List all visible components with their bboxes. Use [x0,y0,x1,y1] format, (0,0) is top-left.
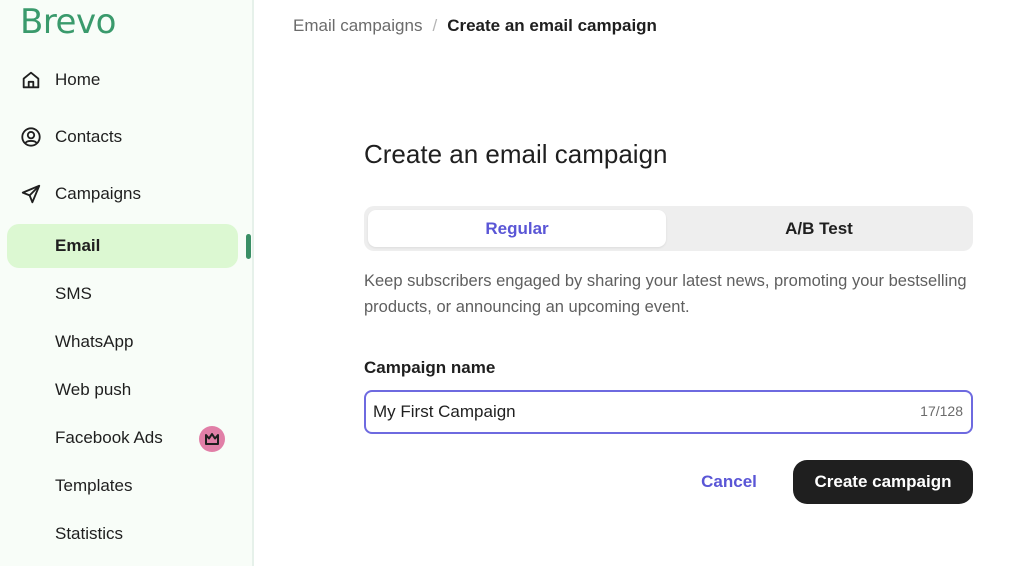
tab-regular[interactable]: Regular [368,210,666,247]
create-campaign-button[interactable]: Create campaign [793,460,973,504]
sidebar-subitem-label: Facebook Ads [55,428,163,447]
campaign-type-toggle: Regular A/B Test [364,206,973,251]
sidebar-subitem-label: SMS [55,284,92,303]
sidebar-subitem-email[interactable]: Email [0,224,254,268]
active-highlight [7,224,238,268]
breadcrumb-parent-link[interactable]: Email campaigns [293,16,422,36]
sidebar-subitem-web-push[interactable]: Web push [0,368,254,412]
page-title: Create an email campaign [364,139,668,169]
breadcrumb-current: Create an email campaign [447,16,657,35]
sidebar-subitem-statistics[interactable]: Statistics [0,512,254,556]
campaign-name-field: 17/128 [364,390,973,434]
sidebar-subitem-sms[interactable]: SMS [0,272,254,316]
sidebar-subitem-whatsapp[interactable]: WhatsApp [0,320,254,364]
active-indicator [246,234,251,259]
premium-badge [199,426,225,452]
sidebar-item-label: Home [55,70,101,89]
campaign-name-input[interactable] [373,392,893,432]
sidebar-subitem-templates[interactable]: Templates [0,464,254,508]
crown-icon [205,433,219,445]
sidebar-subitem-label: Web push [55,380,132,399]
tab-ab-test[interactable]: A/B Test [669,210,969,247]
user-circle-icon [21,127,41,147]
sidebar-item-campaigns[interactable]: Campaigns [0,174,254,214]
sidebar-item-contacts[interactable]: Contacts [0,117,254,157]
sidebar-item-label: Campaigns [55,184,141,203]
breadcrumb: Email campaigns / Create an email campai… [293,16,657,36]
sidebar-subitem-label: Templates [55,476,133,495]
sidebar-subitem-label: Statistics [55,524,124,543]
sidebar-item-home[interactable]: Home [0,60,254,100]
home-icon [22,71,40,89]
sidebar: Brevo Home Contacts Campaigns Email SMS … [0,0,254,566]
character-counter: 17/128 [920,403,963,419]
cancel-button[interactable]: Cancel [688,463,770,501]
campaign-name-label: Campaign name [364,358,496,377]
sidebar-item-label: Contacts [55,127,123,146]
breadcrumb-separator: / [432,16,438,35]
brevo-logo[interactable]: Brevo [20,2,116,42]
campaign-type-description: Keep subscribers engaged by sharing your… [364,272,967,316]
sidebar-subitem-label: Email [55,236,101,255]
sidebar-subitem-label: WhatsApp [55,332,134,351]
send-icon [21,184,41,204]
